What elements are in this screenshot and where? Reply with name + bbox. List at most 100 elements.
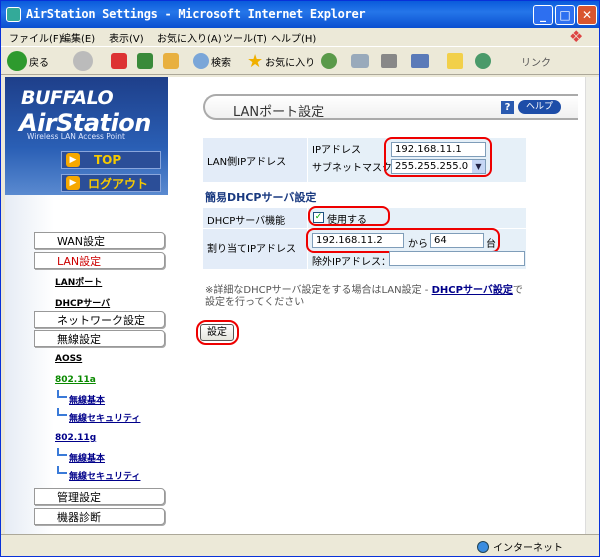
- close-button[interactable]: ✕: [577, 5, 597, 25]
- sidebar-item-lan-port[interactable]: LANポート: [55, 275, 102, 288]
- back-arrow-icon: [7, 51, 27, 71]
- messenger-button[interactable]: [475, 50, 493, 72]
- exclude-ip-label: 除外IPアドレス：: [312, 257, 391, 268]
- menu-file[interactable]: ファイル(F): [9, 30, 63, 45]
- assign-count-input[interactable]: 64: [430, 233, 484, 248]
- maximize-button[interactable]: □: [555, 5, 575, 25]
- refresh-icon: [137, 53, 153, 69]
- mail-button[interactable]: [351, 50, 371, 72]
- sidebar-item-dhcp-server[interactable]: DHCPサーバ: [55, 296, 110, 309]
- tree-branch-icon: [57, 390, 67, 398]
- tree-branch-icon: [57, 408, 67, 416]
- menu-bar: ファイル(F) 編集(E) 表示(V) お気に入り(A) ツール(T) ヘルプ(…: [1, 28, 599, 46]
- search-label: 検索: [211, 57, 231, 69]
- subnet-mask-select[interactable]: 255.255.255.0 ▼: [391, 159, 486, 174]
- note-text-tail: で: [512, 285, 523, 296]
- help-button[interactable]: ? ヘルプ: [501, 100, 562, 114]
- page-content: BUFFALO AirStation Wireless LAN Access P…: [5, 77, 585, 534]
- sidebar-item-11a-basic[interactable]: 無線基本: [69, 393, 105, 406]
- history-button[interactable]: [321, 50, 339, 72]
- from-label: から: [408, 239, 428, 250]
- dhcp-note: ※詳細なDHCPサーバ設定をする場合はLAN設定 - DHCPサーバ設定で 設定…: [205, 285, 585, 309]
- ie-icon: [6, 7, 21, 22]
- zone-label: インターネット: [493, 543, 563, 554]
- buffalo-logo: BUFFALO: [21, 87, 114, 109]
- arrow-right-icon: ▶: [66, 176, 80, 190]
- print-button[interactable]: [381, 50, 399, 72]
- mail-icon: [351, 54, 369, 68]
- window-title: AirStation Settings - Microsoft Internet…: [26, 7, 366, 21]
- dhcp-enable-label: 使用する: [327, 215, 367, 226]
- note-icon: [447, 53, 463, 69]
- discuss-button[interactable]: [447, 50, 465, 72]
- dhcp-enable-checkbox[interactable]: ✓: [313, 212, 324, 223]
- back-label: 戻る: [29, 57, 49, 69]
- logout-button[interactable]: ▶ ログアウト: [61, 174, 161, 192]
- globe-icon: [477, 540, 489, 553]
- dhcp-settings-link[interactable]: DHCPサーバ設定: [432, 285, 513, 296]
- subnet-label: サブネットマスク: [312, 163, 392, 174]
- minimize-button[interactable]: _: [533, 5, 553, 25]
- favorites-label: お気に入り: [265, 57, 316, 69]
- forward-button[interactable]: [73, 50, 95, 72]
- browser-toolbar: 戻る 検索 ★ お気に入り リンク: [1, 46, 599, 75]
- status-bar: インターネット: [1, 534, 599, 556]
- sidebar-item-network[interactable]: ネットワーク設定: [34, 311, 165, 328]
- sidebar-item-lan[interactable]: LAN設定: [34, 252, 165, 269]
- sidebar-item-aoss[interactable]: AOSS: [55, 354, 82, 364]
- menu-tools[interactable]: ツール(T): [223, 30, 267, 45]
- menu-favorites[interactable]: お気に入り(A): [157, 30, 222, 45]
- edit-button[interactable]: [411, 50, 431, 72]
- note-text: ※詳細なDHCPサーバ設定をする場合はLAN設定 -: [205, 285, 432, 296]
- security-zone: インターネット: [477, 539, 563, 554]
- edit-icon: [411, 54, 429, 68]
- favorites-button[interactable]: ★ お気に入り: [247, 50, 315, 72]
- top-button-label: TOP: [94, 153, 122, 167]
- sidebar-nav: WAN設定 LAN設定 LANポート DHCPサーバ ネットワーク設定 無線設定…: [5, 195, 168, 534]
- sidebar-item-11g-basic[interactable]: 無線基本: [69, 451, 105, 464]
- sidebar-item-11a-security[interactable]: 無線セキュリティ: [69, 411, 140, 424]
- browser-window: AirStation Settings - Microsoft Internet…: [0, 0, 600, 557]
- history-icon: [321, 53, 337, 69]
- page-header: LANポート設定 ? ヘルプ: [203, 94, 578, 120]
- exclude-ip-input[interactable]: [389, 251, 525, 266]
- title-bar: AirStation Settings - Microsoft Internet…: [1, 1, 599, 28]
- stop-button[interactable]: [111, 50, 129, 72]
- refresh-button[interactable]: [137, 50, 155, 72]
- links-button[interactable]: リンク: [521, 50, 551, 72]
- help-icon: ?: [501, 100, 514, 114]
- forward-arrow-icon: [73, 51, 93, 71]
- vertical-scrollbar[interactable]: [585, 77, 599, 534]
- submit-button[interactable]: 設定: [200, 324, 234, 341]
- arrow-right-icon: ▶: [66, 153, 80, 167]
- ip-address-input[interactable]: 192.168.11.1: [391, 142, 486, 157]
- sidebar-item-wan[interactable]: WAN設定: [34, 232, 165, 249]
- sidebar-item-diagnostics[interactable]: 機器診断: [34, 508, 165, 525]
- top-button[interactable]: ▶ TOP: [61, 151, 161, 169]
- print-icon: [381, 54, 397, 68]
- count-unit-label: 台: [486, 239, 496, 250]
- tree-branch-icon: [57, 448, 67, 456]
- search-icon: [193, 53, 209, 69]
- sidebar-item-wireless[interactable]: 無線設定: [34, 330, 165, 347]
- lan-ip-label: LAN側IPアドレス: [203, 138, 307, 182]
- tagline: Wireless LAN Access Point: [27, 132, 125, 141]
- sidebar-item-11g-security[interactable]: 無線セキュリティ: [69, 469, 140, 482]
- page-title: LANポート設定: [233, 105, 325, 120]
- back-button[interactable]: 戻る: [7, 50, 49, 72]
- sidebar-item-802-11a[interactable]: 802.11a: [55, 375, 96, 385]
- windows-logo-icon: ❖: [569, 27, 584, 46]
- menu-help[interactable]: ヘルプ(H): [271, 30, 316, 45]
- sidebar-item-admin[interactable]: 管理設定: [34, 488, 165, 505]
- menu-edit[interactable]: 編集(E): [61, 30, 95, 45]
- home-button[interactable]: [163, 50, 181, 72]
- assign-start-input[interactable]: 192.168.11.2: [312, 233, 404, 248]
- sidebar-item-802-11g[interactable]: 802.11g: [55, 433, 96, 443]
- tree-branch-icon: [57, 466, 67, 474]
- search-button[interactable]: 検索: [193, 50, 231, 72]
- menu-view[interactable]: 表示(V): [109, 30, 144, 45]
- assign-ip-label: 割り当てIPアドレス: [203, 229, 307, 269]
- sidebar: BUFFALO AirStation Wireless LAN Access P…: [5, 77, 168, 534]
- help-label: ヘルプ: [518, 100, 562, 114]
- links-label: リンク: [521, 57, 551, 69]
